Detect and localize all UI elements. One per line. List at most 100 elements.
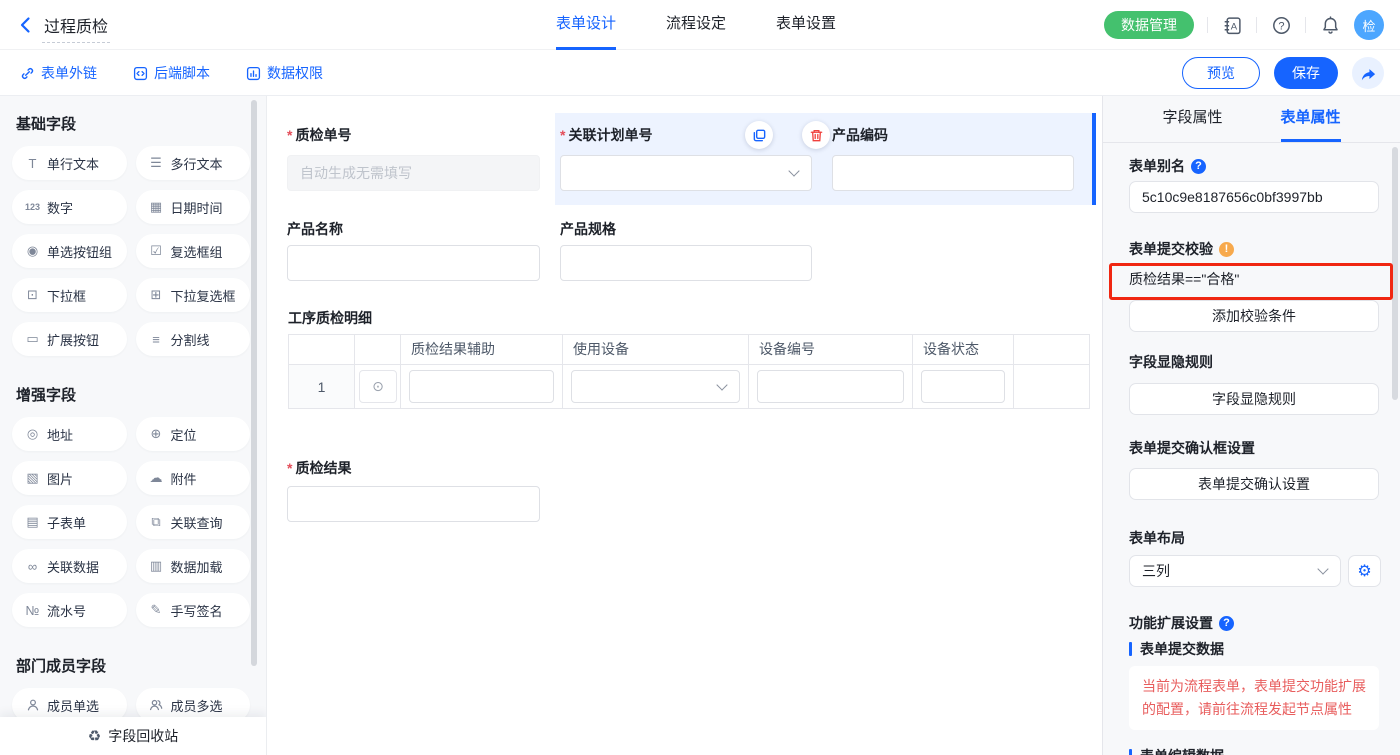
field-pill-data-load[interactable]: ▥数据加载 (136, 549, 251, 583)
form-design-canvas: 质检单号 自动生成无需填写 关联计划单号 产品编码 产品名称 产品规格 工序质检… (267, 96, 1102, 755)
product-spec-input[interactable] (560, 245, 812, 281)
field-label-subform: 工序质检明细 (288, 308, 372, 328)
toolbar-link[interactable]: 数据权限 (246, 63, 323, 83)
panel-tab-1[interactable]: 表单属性 (1281, 96, 1341, 142)
field-pill-subform[interactable]: ▤ 子表单 (12, 505, 127, 539)
address-icon: ◎ (25, 426, 40, 442)
add-validation-button[interactable]: 添加校验条件 (1129, 300, 1379, 332)
layout-select[interactable]: 三列 (1129, 555, 1341, 587)
field-pill-multi-select[interactable]: ⊞下拉复选框 (136, 278, 251, 312)
preview-button[interactable]: 预览 (1182, 57, 1260, 89)
chevron-down-icon (788, 165, 799, 176)
subform-header-select: 使用设备 (563, 335, 749, 364)
subform-icon: ▤ (25, 514, 40, 530)
submit-confirm-button[interactable]: 表单提交确认设置 (1129, 468, 1379, 500)
row-selector-button[interactable]: ⊙ (359, 370, 397, 403)
chevron-down-icon (716, 379, 727, 390)
subform-input[interactable] (921, 370, 1005, 403)
subform-select[interactable] (571, 370, 740, 403)
image-icon: ▧ (25, 470, 40, 486)
flow-form-notice: 当前为流程表单，表单提交功能扩展的配置，请前往流程发起节点属性 (1129, 666, 1379, 730)
properties-tabs: 字段属性 表单属性 (1103, 96, 1400, 143)
qc-no-input[interactable]: 自动生成无需填写 (287, 155, 540, 191)
field-pill-select[interactable]: ⊡下拉框 (12, 278, 127, 312)
sidebar-scrollbar[interactable] (251, 100, 257, 666)
field-pill-radio-group[interactable]: ◉ 单选按钮组 (12, 234, 127, 268)
contacts-icon[interactable]: A (1221, 14, 1243, 36)
field-pill-linked-data[interactable]: ∞关联数据 (12, 549, 127, 583)
bell-icon[interactable] (1319, 14, 1341, 36)
field-pill-label: 成员单选 (47, 696, 99, 715)
field-pill-label: 流水号 (47, 601, 86, 620)
panel-tab-0[interactable]: 字段属性 (1162, 96, 1222, 142)
field-recycle-bin[interactable]: ♻ 字段回收站 (0, 717, 266, 755)
extend-button-icon: ▭ (25, 331, 40, 347)
back-icon[interactable] (16, 15, 36, 35)
validation-rule-item[interactable]: 质检结果=="合格" (1129, 269, 1239, 289)
visibility-rules-label: 字段显隐规则 (1129, 352, 1213, 372)
trash-icon (809, 128, 824, 143)
subform-header-input: 设备编号 (749, 335, 913, 364)
field-pill-signature[interactable]: ✎手写签名 (136, 593, 251, 627)
edit-data-subtitle: 表单编辑数据 (1129, 746, 1224, 755)
field-pill-label: 多行文本 (171, 154, 223, 173)
field-pill-location[interactable]: ⊕定位 (136, 417, 251, 451)
field-pill-label: 分割线 (171, 330, 210, 349)
field-pill-datetime[interactable]: ▦日期时间 (136, 190, 251, 224)
field-pill-label: 单选按钮组 (47, 242, 112, 261)
help-icon[interactable]: ? (1270, 14, 1292, 36)
copy-field-button[interactable] (745, 121, 773, 149)
subform-input[interactable] (757, 370, 904, 403)
visibility-rules-button[interactable]: 字段显隐规则 (1129, 383, 1379, 415)
selected-field-resize-handle[interactable] (1092, 113, 1096, 205)
subform-input[interactable] (409, 370, 554, 403)
radio-group-icon: ◉ (25, 243, 40, 259)
field-pill-single-line-text[interactable]: T单行文本 (12, 146, 127, 180)
data-manage-button[interactable]: 数据管理 (1104, 11, 1194, 39)
share-button[interactable] (1352, 57, 1384, 89)
top-tab-2[interactable]: 表单设置 (776, 0, 836, 50)
submit-confirm-label: 表单提交确认框设置 (1129, 438, 1255, 458)
product-code-input[interactable] (832, 155, 1074, 191)
single-line-text-icon: T (25, 156, 40, 171)
field-pill-number[interactable]: 123数字 (12, 190, 127, 224)
field-pill-multi-line-text[interactable]: ☰多行文本 (136, 146, 251, 180)
location-icon: ⊕ (149, 426, 164, 442)
field-pill-label: 手写签名 (171, 601, 223, 620)
toolbar-links: 表单外链 后端脚本 数据权限 (20, 50, 323, 96)
subform-row-index: 1 (289, 365, 355, 408)
field-pill-linked-query[interactable]: ⧉关联查询 (136, 505, 251, 539)
product-name-input[interactable] (287, 245, 540, 281)
panel-scrollbar[interactable] (1392, 147, 1398, 400)
delete-field-button[interactable] (802, 121, 830, 149)
field-pill-checkbox-group[interactable]: ☑复选框组 (136, 234, 251, 268)
save-button[interactable]: 保存 (1274, 57, 1338, 89)
field-pill-address[interactable]: ◎地址 (12, 417, 127, 451)
subform-header-input: 设备状态 (913, 335, 1014, 364)
backend-script-icon (133, 66, 148, 81)
field-pill-label: 复选框组 (171, 242, 223, 261)
form-alias-input[interactable]: 5c10c9e8187656c0bf3997bb (1129, 181, 1379, 213)
top-tab-0[interactable]: 表单设计 (556, 0, 616, 50)
top-tab-1[interactable]: 流程设定 (666, 0, 726, 50)
avatar[interactable]: 检 (1354, 10, 1384, 40)
field-pill-image[interactable]: ▧图片 (12, 461, 127, 495)
field-pill-extend-button[interactable]: ▭扩展按钮 (12, 322, 127, 356)
subform-header-trailing (1014, 335, 1090, 364)
field-pill-attachment[interactable]: ☁附件 (136, 461, 251, 495)
help-circle-icon[interactable]: ? (1191, 159, 1206, 174)
help-circle-icon[interactable]: ? (1219, 616, 1234, 631)
field-pill-label: 日期时间 (171, 198, 223, 217)
layout-settings-button[interactable]: ⚙ (1348, 555, 1381, 587)
form-toolbar: 表单外链 后端脚本 数据权限 预览 保存 (0, 50, 1400, 96)
page-title[interactable]: 过程质检 (42, 13, 110, 43)
field-pill-divider[interactable]: ≡分割线 (136, 322, 251, 356)
main-nav-tabs: 表单设计流程设定表单设置 (556, 0, 836, 50)
toolbar-link[interactable]: 后端脚本 (133, 63, 210, 83)
warning-circle-icon[interactable]: ! (1219, 242, 1234, 257)
field-pill-serial-number[interactable]: №流水号 (12, 593, 127, 627)
qc-result-input[interactable] (287, 486, 540, 522)
field-pill-label: 子表单 (47, 513, 86, 532)
plan-no-select[interactable] (560, 155, 812, 191)
toolbar-link[interactable]: 表单外链 (20, 63, 97, 83)
